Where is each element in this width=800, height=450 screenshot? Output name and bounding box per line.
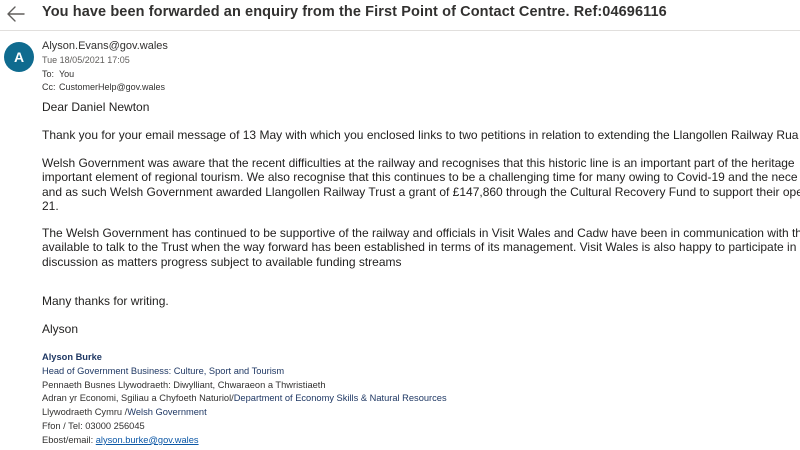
organisation-english: Welsh Government bbox=[127, 407, 207, 418]
paragraph-2-line: 21. bbox=[42, 198, 59, 213]
paragraph-1: Thank you for your email message of 13 M… bbox=[42, 128, 799, 142]
thanks-line: Many thanks for writing. bbox=[42, 294, 169, 308]
paragraph-3-line: discussion as matters progress subject t… bbox=[42, 254, 402, 269]
recipient-to: To: You bbox=[42, 69, 74, 79]
organisation-welsh: Llywodraeth Cymru / bbox=[42, 407, 128, 418]
signature-phone: Ffon / Tel: 03000 256045 bbox=[42, 420, 145, 431]
signature-email: Ebost/email: alyson.burke@gov.wales bbox=[42, 434, 447, 448]
avatar[interactable]: A bbox=[4, 42, 34, 72]
paragraph-2-line: important element of regional tourism. W… bbox=[42, 170, 798, 185]
paragraph-3: The Welsh Government has continued to be… bbox=[42, 226, 800, 269]
department-english: Department of Economy Skills & Natural R… bbox=[233, 393, 447, 404]
signature-department: Adran yr Economi, Sgiliau a Chyfoeth Nat… bbox=[42, 392, 447, 406]
to-label: To: bbox=[42, 69, 55, 79]
signature-name: Alyson Burke bbox=[42, 352, 102, 362]
paragraph-2: Welsh Government was aware that the rece… bbox=[42, 156, 800, 213]
paragraph-2-line: and as such Welsh Government awarded Lla… bbox=[42, 184, 800, 199]
cc-label: Cc: bbox=[42, 82, 56, 92]
email-link[interactable]: alyson.burke@gov.wales bbox=[96, 435, 199, 445]
arrow-left-icon[interactable] bbox=[4, 2, 28, 26]
signature-title-welsh: Pennaeth Busnes Llywodraeth: Diwylliant,… bbox=[42, 379, 326, 390]
cc-value[interactable]: CustomerHelp@gov.wales bbox=[59, 82, 165, 92]
sent-date: Tue 18/05/2021 17:05 bbox=[42, 55, 130, 65]
reading-pane-header: You have been forwarded an enquiry from … bbox=[0, 0, 800, 31]
paragraph-3-line: available to talk to the Trust when the … bbox=[42, 240, 797, 255]
signoff: Alyson bbox=[42, 322, 79, 336]
signature-title: Head of Government Business: Culture, Sp… bbox=[42, 365, 285, 376]
sender-address[interactable]: Alyson.Evans@gov.wales bbox=[42, 40, 168, 52]
department-welsh: Adran yr Economi, Sgiliau a Chyfoeth Nat… bbox=[42, 393, 234, 404]
email-subject: You have been forwarded an enquiry from … bbox=[42, 4, 667, 20]
paragraph-3-line: The Welsh Government has continued to be… bbox=[42, 226, 800, 240]
to-value[interactable]: You bbox=[59, 69, 74, 79]
paragraph-2-line: Welsh Government was aware that the rece… bbox=[42, 156, 795, 170]
email-label: Ebost/email: bbox=[42, 434, 96, 445]
email-signature: Alyson Burke Head of Government Business… bbox=[42, 351, 447, 448]
recipient-cc: Cc: CustomerHelp@gov.wales bbox=[42, 82, 165, 92]
signature-organisation: Llywodraeth Cymru /Welsh Government bbox=[42, 406, 447, 420]
greeting: Dear Daniel Newton bbox=[42, 100, 150, 114]
